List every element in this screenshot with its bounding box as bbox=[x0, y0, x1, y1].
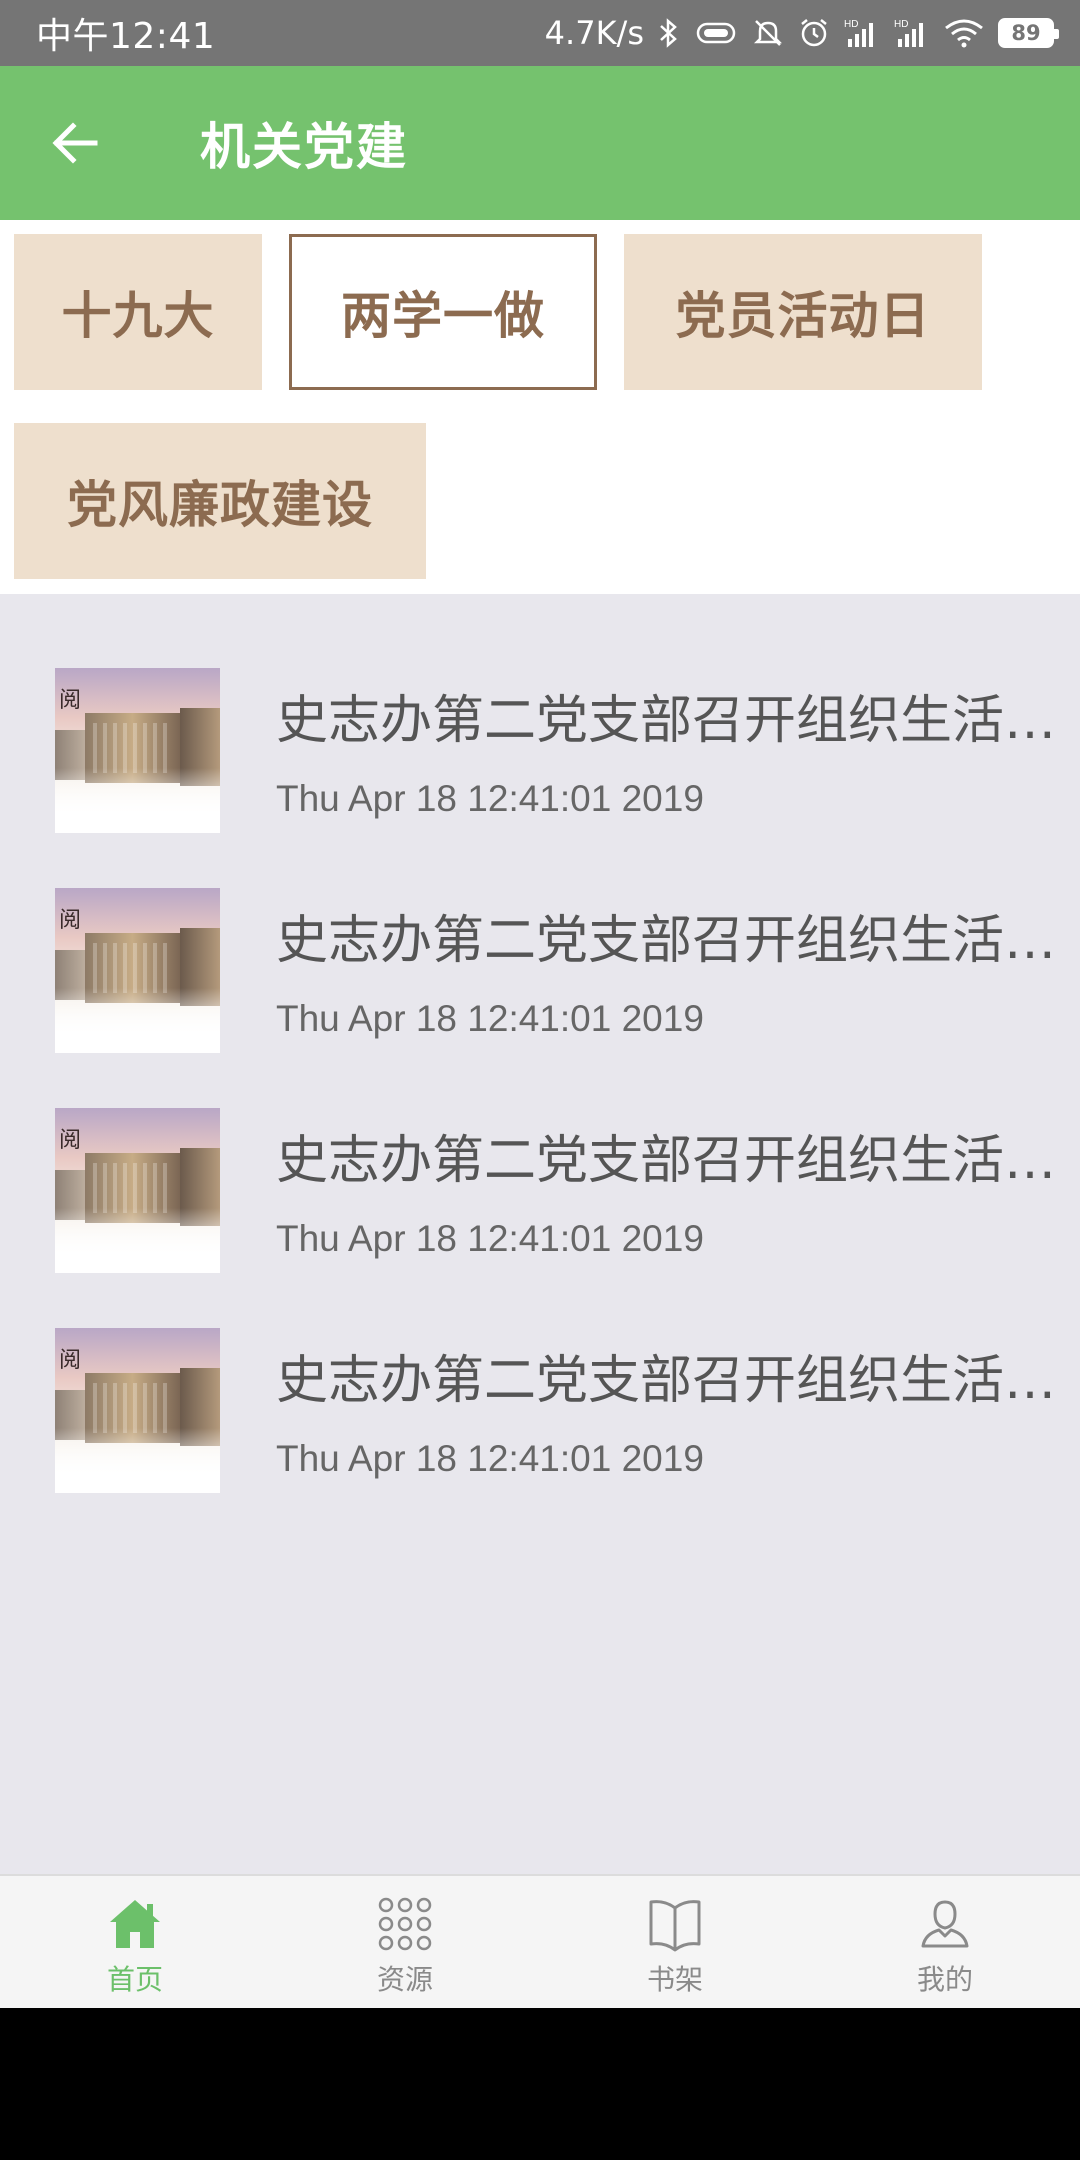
svg-text:HD: HD bbox=[844, 19, 858, 30]
wifi-icon bbox=[944, 18, 984, 48]
battery-icon: 89 bbox=[998, 18, 1059, 48]
page-title: 机关党建 bbox=[200, 118, 408, 176]
net-speed: 4.7K/s bbox=[544, 14, 644, 52]
system-nav-bar bbox=[0, 2008, 1080, 2160]
status-bar: 中午12:41 4.7K/s HD HD 89 bbox=[0, 0, 1080, 66]
arrow-left-icon bbox=[52, 122, 98, 164]
book-icon bbox=[649, 1900, 701, 1952]
tag-party-member-activity-day[interactable]: 党员活动日 bbox=[624, 234, 982, 390]
signal-hd-icon-2: HD bbox=[894, 17, 930, 49]
article-date: Thu Apr 18 12:41:01 2019 bbox=[276, 1438, 704, 1479]
person-icon bbox=[921, 1900, 969, 1948]
app-bar: 机关党建 bbox=[0, 66, 1080, 220]
article-thumbnail: 阅 bbox=[55, 1108, 220, 1273]
app-screen: 中午12:41 4.7K/s HD HD 89 机关党建 十九大 两学一做 党员… bbox=[0, 0, 1080, 2160]
tag-nineteenth-congress[interactable]: 十九大 bbox=[14, 234, 262, 390]
nav-resources[interactable]: 资源 bbox=[270, 1876, 540, 2010]
vibrate-icon bbox=[694, 19, 738, 47]
svg-text:HD: HD bbox=[894, 19, 908, 30]
list-item[interactable]: 阅 史志办第二党支部召开组织生活… Thu Apr 18 12:41:01 20… bbox=[0, 648, 1080, 868]
grid-dots-icon bbox=[378, 1897, 432, 1951]
nav-bookshelf[interactable]: 书架 bbox=[540, 1876, 810, 2010]
alarm-icon bbox=[798, 17, 830, 49]
tag-integrity-building[interactable]: 党风廉政建设 bbox=[14, 423, 426, 579]
status-icons: 4.7K/s HD HD 89 bbox=[544, 14, 1059, 52]
mute-icon bbox=[752, 17, 784, 49]
nav-label: 我的 bbox=[916, 1963, 973, 1996]
article-date: Thu Apr 18 12:41:01 2019 bbox=[276, 778, 704, 819]
list-item[interactable]: 阅 史志办第二党支部召开组织生活… Thu Apr 18 12:41:01 20… bbox=[0, 1088, 1080, 1308]
article-title: 史志办第二党支部召开组织生活… bbox=[276, 1131, 1057, 1191]
tag-two-studies-one-action[interactable]: 两学一做 bbox=[289, 234, 597, 390]
article-thumbnail: 阅 bbox=[55, 1328, 220, 1493]
list-item[interactable]: 阅 史志办第二党支部召开组织生活… Thu Apr 18 12:41:01 20… bbox=[0, 868, 1080, 1088]
nav-profile[interactable]: 我的 bbox=[810, 1876, 1080, 2010]
article-thumbnail: 阅 bbox=[55, 888, 220, 1053]
article-title: 史志办第二党支部召开组织生活… bbox=[276, 911, 1057, 971]
article-thumbnail: 阅 bbox=[55, 668, 220, 833]
back-button[interactable] bbox=[0, 66, 150, 220]
nav-label: 资源 bbox=[376, 1963, 433, 1996]
bottom-navigation: 首页 资源 书架 我的 bbox=[0, 1874, 1080, 2008]
signal-hd-icon-1: HD bbox=[844, 17, 880, 49]
nav-label: 书架 bbox=[646, 1963, 703, 1996]
article-date: Thu Apr 18 12:41:01 2019 bbox=[276, 1218, 704, 1259]
tag-label: 十九大 bbox=[61, 287, 215, 345]
home-icon bbox=[110, 1900, 160, 1948]
tag-label: 两学一做 bbox=[341, 287, 545, 345]
tag-label: 党风廉政建设 bbox=[67, 476, 373, 534]
article-title: 史志办第二党支部召开组织生活… bbox=[276, 691, 1057, 751]
article-list: 阅 史志办第二党支部召开组织生活… Thu Apr 18 12:41:01 20… bbox=[0, 594, 1080, 1874]
list-item[interactable]: 阅 史志办第二党支部召开组织生活… Thu Apr 18 12:41:01 20… bbox=[0, 1308, 1080, 1528]
article-date: Thu Apr 18 12:41:01 2019 bbox=[276, 998, 704, 1039]
status-time: 中午12:41 bbox=[36, 16, 216, 57]
bluetooth-icon bbox=[658, 17, 680, 49]
nav-label: 首页 bbox=[106, 1963, 163, 1996]
article-title: 史志办第二党支部召开组织生活… bbox=[276, 1351, 1057, 1411]
category-tags: 十九大 两学一做 党员活动日 党风廉政建设 bbox=[0, 220, 1080, 594]
tag-label: 党员活动日 bbox=[675, 287, 931, 345]
nav-home[interactable]: 首页 bbox=[0, 1876, 270, 2010]
